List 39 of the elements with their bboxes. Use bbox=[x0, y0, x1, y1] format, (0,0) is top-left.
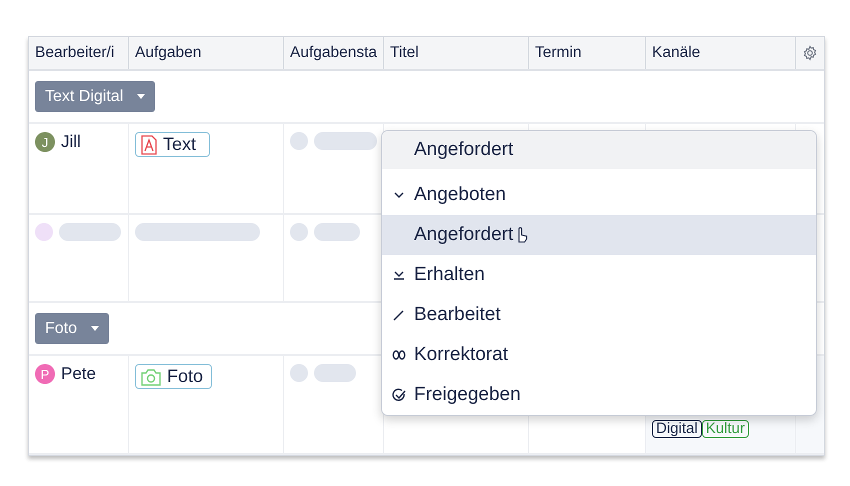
status-placeholder bbox=[290, 223, 308, 241]
avatar: J bbox=[35, 132, 55, 152]
column-header[interactable]: Aufgabensta bbox=[284, 37, 384, 69]
task-chip[interactable]: Foto bbox=[135, 364, 212, 389]
assignee-name: Pete bbox=[61, 364, 96, 384]
status-placeholder bbox=[314, 223, 360, 241]
group-dropdown[interactable]: Text Digital bbox=[35, 81, 156, 112]
status-placeholder bbox=[290, 132, 308, 150]
avatar-placeholder bbox=[35, 223, 53, 241]
status-option[interactable]: Freigegeben bbox=[382, 375, 816, 415]
check-circle-icon bbox=[392, 388, 406, 402]
caret-icon bbox=[91, 326, 100, 331]
column-header[interactable]: Bearbeiter/i bbox=[29, 37, 129, 69]
column-header[interactable]: Kanäle bbox=[646, 37, 796, 69]
channel-tag: Kultur bbox=[702, 420, 749, 438]
status-placeholder bbox=[314, 132, 377, 150]
avatar: P bbox=[35, 364, 55, 384]
pencil-icon bbox=[392, 308, 406, 322]
settings-icon[interactable] bbox=[802, 45, 818, 61]
column-header[interactable]: Titel bbox=[384, 37, 529, 69]
camera-icon bbox=[141, 368, 161, 386]
assignee-name: Jill bbox=[61, 132, 81, 152]
status-option[interactable]: Korrektorat bbox=[382, 335, 816, 375]
status-option[interactable]: Erhalten bbox=[382, 255, 816, 295]
status-placeholder bbox=[314, 364, 356, 382]
caret-icon bbox=[137, 94, 146, 99]
glasses-icon bbox=[392, 348, 406, 362]
task-chip[interactable]: Text bbox=[135, 132, 210, 157]
status-option[interactable]: Angefordert bbox=[382, 215, 816, 255]
group-dropdown[interactable]: Foto bbox=[35, 313, 110, 344]
current-status: Angefordert bbox=[382, 131, 816, 169]
status-option[interactable]: Angeboten bbox=[382, 175, 816, 215]
channel-tag: Digital bbox=[652, 420, 702, 438]
column-header[interactable]: Aufgaben bbox=[129, 37, 284, 69]
document-icon bbox=[141, 134, 157, 154]
column-header[interactable]: Termin bbox=[529, 37, 646, 69]
status-option[interactable]: Bearbeitet bbox=[382, 295, 816, 335]
status-placeholder bbox=[290, 364, 308, 382]
name-placeholder bbox=[59, 223, 121, 241]
